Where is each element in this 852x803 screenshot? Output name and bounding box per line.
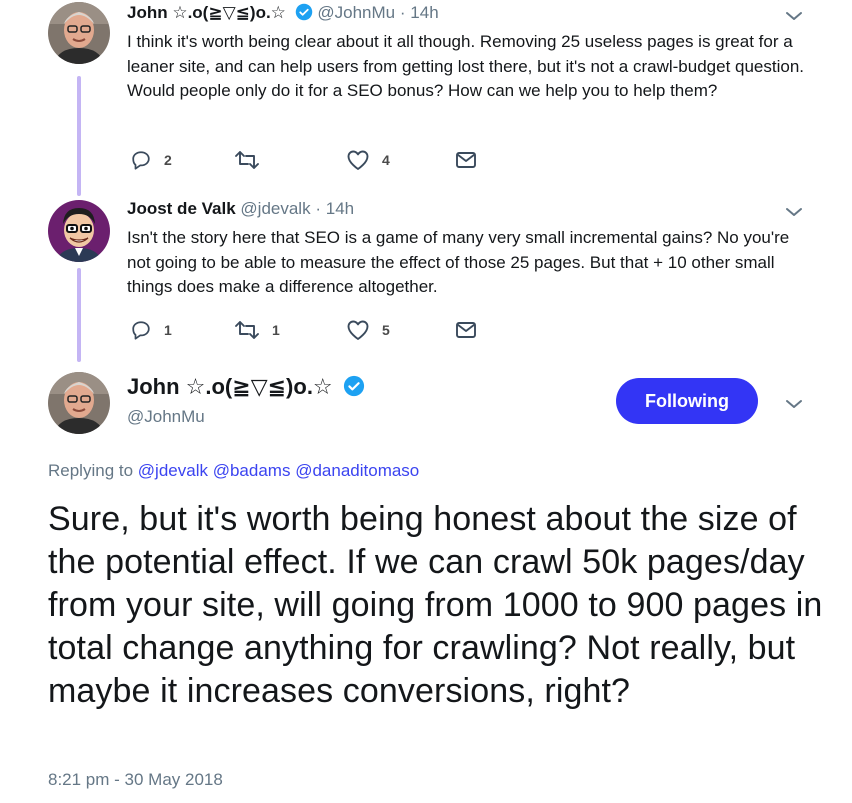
replying-to: Replying to @jdevalk @badams @danaditoma…: [48, 461, 419, 481]
thread-line: [77, 76, 81, 196]
avatar-john-main[interactable]: [48, 372, 110, 434]
tweet-header: Joost de Valk @jdevalk · 14h: [127, 199, 354, 219]
retweet-icon: [235, 321, 259, 339]
tweet-time[interactable]: 14h: [326, 199, 354, 218]
reply-button[interactable]: 2: [130, 148, 172, 172]
mention-link[interactable]: @danaditomaso: [295, 461, 419, 480]
tweet-header: John ☆.o(≧▽≦)o.☆ @JohnMu · 14h: [127, 3, 439, 26]
reply-icon: [132, 151, 150, 170]
mention-link[interactable]: @jdevalk: [138, 461, 208, 480]
envelope-icon: [456, 152, 476, 168]
following-button[interactable]: Following: [616, 378, 758, 424]
like-button[interactable]: 4: [346, 148, 390, 172]
retweet-icon: [235, 151, 259, 169]
main-author-handle[interactable]: @JohnMu: [127, 407, 205, 427]
like-count: 5: [382, 322, 390, 338]
author-handle[interactable]: @jdevalk: [240, 199, 310, 218]
separator: ·: [315, 199, 321, 218]
message-button[interactable]: [455, 318, 477, 342]
message-button[interactable]: [455, 148, 477, 172]
avatar-joost[interactable]: [48, 200, 110, 262]
envelope-icon: [456, 322, 476, 338]
chevron-down-icon[interactable]: [785, 205, 803, 217]
chevron-down-icon[interactable]: [785, 397, 803, 409]
verified-badge-icon: [343, 375, 365, 403]
chevron-down-icon[interactable]: [785, 9, 803, 21]
reply-count: 1: [164, 322, 172, 338]
author-name[interactable]: John ☆.o(≧▽≦)o.☆: [127, 3, 286, 22]
tweet-time[interactable]: 14h: [410, 3, 438, 22]
author-name[interactable]: Joost de Valk: [127, 199, 236, 218]
separator: ·: [399, 3, 406, 22]
retweet-count: 1: [272, 322, 280, 338]
thread-line: [77, 268, 81, 362]
author-handle[interactable]: @JohnMu: [317, 3, 395, 22]
retweet-button[interactable]: [234, 148, 272, 172]
heart-icon: [347, 320, 369, 340]
heart-icon: [347, 150, 369, 170]
tweet-text: I think it's worth being clear about it …: [127, 32, 805, 100]
tweet-actions: 2 4: [127, 148, 527, 172]
reply-button[interactable]: 1: [130, 318, 172, 342]
main-author-name[interactable]: John ☆.o(≧▽≦)o.☆: [127, 374, 365, 403]
tweet-actions: 1 1 5: [127, 318, 527, 342]
mention-link[interactable]: @badams: [213, 461, 291, 480]
verified-badge-icon: [295, 3, 313, 26]
author-name[interactable]: John ☆.o(≧▽≦)o.☆: [127, 374, 333, 399]
avatar-john[interactable]: [48, 2, 110, 64]
like-button[interactable]: 5: [346, 318, 390, 342]
reply-icon: [132, 321, 150, 340]
replying-prefix: Replying to: [48, 461, 134, 480]
reply-count: 2: [164, 152, 172, 168]
main-tweet-text: Sure, but it's worth being honest about …: [48, 500, 823, 710]
tweet-timestamp[interactable]: 8:21 pm - 30 May 2018: [48, 770, 223, 790]
tweet-text: Isn't the story here that SEO is a game …: [127, 228, 790, 296]
retweet-button[interactable]: 1: [234, 318, 280, 342]
like-count: 4: [382, 152, 390, 168]
